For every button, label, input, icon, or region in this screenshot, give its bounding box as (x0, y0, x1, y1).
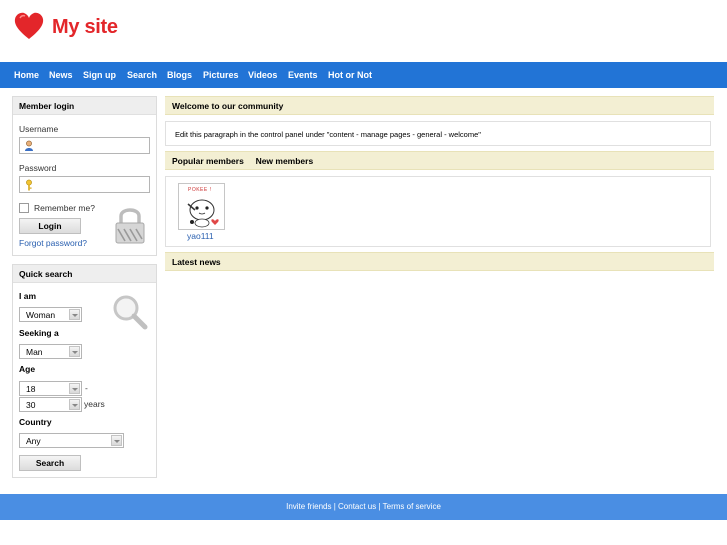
welcome-text: Edit this paragraph in the control panel… (175, 130, 481, 139)
contact-us-link[interactable]: Contact us (338, 502, 376, 511)
chevron-down-icon (69, 383, 80, 394)
nav-item-search[interactable]: Search (127, 70, 157, 80)
login-button[interactable]: Login (19, 218, 81, 234)
chevron-down-icon (69, 309, 80, 320)
age-to-select[interactable]: 30 (19, 397, 82, 412)
page-bottom (0, 520, 727, 545)
age-from-select[interactable]: 18 (19, 381, 82, 396)
forgot-password-link[interactable]: Forgot password? (19, 238, 87, 248)
country-value: Any (26, 436, 41, 446)
member-login-box: Member login Username Password Remember … (12, 96, 157, 256)
site-footer: Invite friends | Contact us | Terms of s… (0, 494, 727, 520)
nav-item-news[interactable]: News (49, 70, 73, 80)
members-panel: POKEE ! yao111 (165, 176, 711, 247)
password-label: Password (19, 163, 57, 173)
nav-item-videos[interactable]: Videos (248, 70, 277, 80)
cartoon-avatar-icon (187, 199, 219, 228)
footer-separator: | (333, 502, 336, 511)
password-input[interactable] (19, 176, 150, 193)
member-name-link[interactable]: yao111 (187, 231, 214, 241)
nav-item-sign-up[interactable]: Sign up (83, 70, 116, 80)
latest-news-title: Latest news (165, 252, 714, 271)
username-input[interactable] (19, 137, 150, 154)
chevron-down-icon (69, 399, 80, 410)
heart-logo-icon[interactable] (14, 12, 44, 40)
site-header: My site (0, 0, 727, 62)
country-label: Country (19, 417, 52, 427)
tab-new-members[interactable]: New members (256, 156, 314, 166)
site-title[interactable]: My site (52, 16, 118, 39)
terms-of-service-link[interactable]: Terms of service (383, 502, 441, 511)
age-label: Age (19, 364, 36, 374)
remember-me-label: Remember me? (34, 203, 95, 213)
i-am-select[interactable]: Woman (19, 307, 82, 322)
nav-item-pictures[interactable]: Pictures (203, 70, 239, 80)
seeking-label: Seeking a (19, 328, 59, 338)
age-from-value: 18 (26, 384, 36, 394)
user-icon (25, 140, 33, 151)
invite-friends-link[interactable]: Invite friends (286, 502, 331, 511)
main-nav: Home News Sign up Search Blogs Pictures … (0, 62, 727, 88)
quick-search-title: Quick search (13, 265, 156, 283)
age-to-value: 30 (26, 400, 36, 410)
member-thumbnail[interactable]: POKEE ! (178, 183, 225, 230)
padlock-icon (115, 208, 145, 244)
welcome-title: Welcome to our community (165, 96, 714, 115)
member-badge-text: POKEE ! (188, 187, 212, 193)
tab-popular-members[interactable]: Popular members (172, 156, 244, 166)
chevron-down-icon (111, 435, 122, 446)
country-select[interactable]: Any (19, 433, 124, 448)
age-dash: - (85, 383, 88, 393)
key-icon (26, 179, 32, 191)
username-label: Username (19, 124, 59, 134)
nav-item-blogs[interactable]: Blogs (167, 70, 192, 80)
welcome-panel: Edit this paragraph in the control panel… (165, 121, 711, 146)
seeking-value: Man (26, 347, 43, 357)
i-am-label: I am (19, 291, 37, 301)
search-button[interactable]: Search (19, 455, 81, 471)
members-tabs: Popular members New members (165, 151, 714, 170)
nav-item-home[interactable]: Home (14, 70, 39, 80)
chevron-down-icon (69, 346, 80, 357)
i-am-value: Woman (26, 310, 56, 320)
age-unit: years (84, 399, 105, 409)
remember-me-checkbox[interactable] (19, 203, 29, 213)
magnifier-icon (113, 295, 148, 330)
nav-item-hot-or-not[interactable]: Hot or Not (328, 70, 372, 80)
quick-search-box: Quick search I am Woman Seeking a Man Ag… (12, 264, 157, 478)
nav-item-events[interactable]: Events (288, 70, 318, 80)
footer-separator: | (378, 502, 381, 511)
seeking-select[interactable]: Man (19, 344, 82, 359)
member-login-title: Member login (13, 97, 156, 115)
